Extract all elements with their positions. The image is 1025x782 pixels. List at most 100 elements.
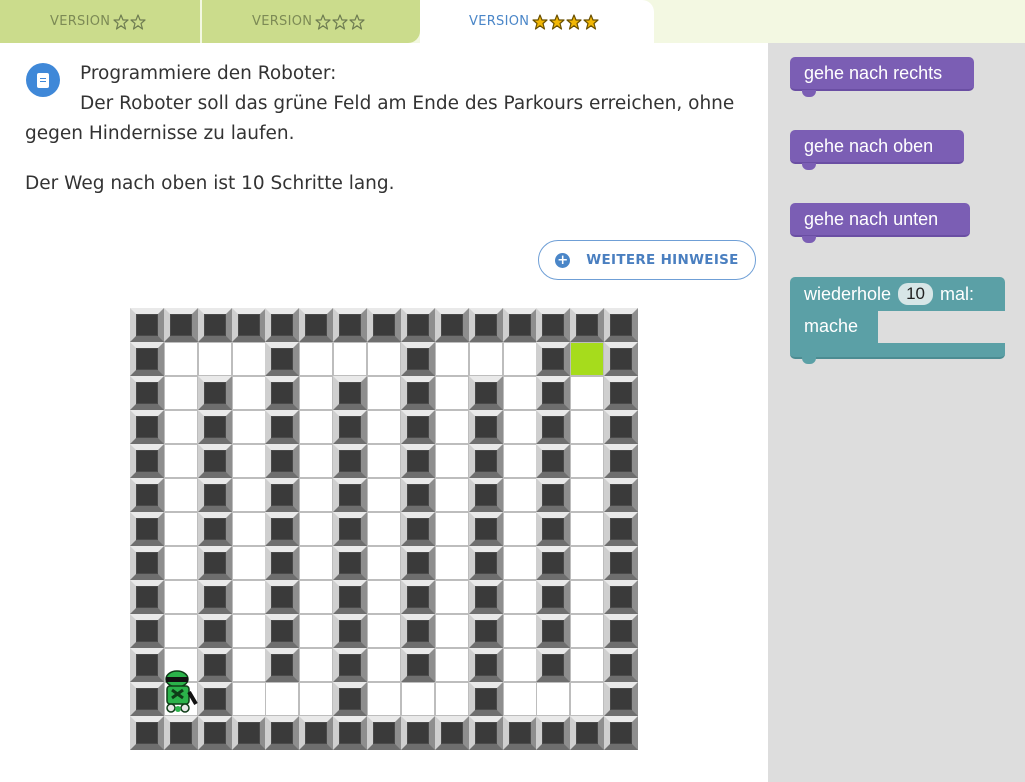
maze-wall [333,308,368,342]
maze-path [163,410,198,444]
maze-path [367,512,402,546]
tab-version-2-stars[interactable]: VERSION [0,0,200,43]
maze-wall [468,682,503,716]
maze-path [231,410,266,444]
block-repeat-loop[interactable]: wiederhole 10 mal: mache [790,277,1005,364]
more-hints-button[interactable]: + WEITERE HINWEISE [538,240,756,280]
instruction-heading: Programmiere den Roboter: [80,63,337,84]
maze-path [163,546,198,580]
maze-wall [468,444,503,478]
plus-circle-icon: + [555,252,571,268]
maze-wall [265,648,300,682]
maze-path [367,342,402,376]
maze-path [265,682,300,716]
maze-path [231,478,266,512]
star-outline-icon [113,13,129,30]
block-move-up[interactable]: gehe nach oben [790,130,964,170]
star-rating [315,13,365,30]
star-outline-icon [130,13,146,30]
block-move-right[interactable]: gehe nach rechts [790,57,974,97]
loop-times-label: mal: [939,283,974,304]
maze-wall [604,376,639,410]
maze-path [163,614,198,648]
maze-path [570,376,605,410]
maze-path [434,410,469,444]
maze-path [502,376,537,410]
maze-wall [367,716,402,750]
tab-label: VERSION [469,14,530,29]
maze-wall [536,512,571,546]
maze-path [299,682,334,716]
maze-path [570,410,605,444]
maze-path [367,614,402,648]
tab-version-4-stars[interactable]: VERSION [420,0,654,43]
maze-wall [536,410,571,444]
maze-path [502,410,537,444]
maze-path [299,580,334,614]
maze-wall [197,682,232,716]
maze-wall [333,410,368,444]
maze-path [231,376,266,410]
star-outline-icon [332,13,348,30]
maze-path [367,410,402,444]
maze-wall [333,546,368,580]
maze-path [502,580,537,614]
maze-path [197,342,232,376]
maze-wall [265,716,300,750]
maze-wall [197,478,232,512]
maze-wall [197,376,232,410]
maze-wall [400,716,435,750]
maze-wall [604,308,639,342]
loop-body-slot[interactable] [878,311,1005,343]
tab-version-3-stars[interactable]: VERSION [202,0,420,43]
loop-header: wiederhole 10 mal: [790,277,1005,311]
maze-wall [536,342,571,376]
star-filled-icon [566,13,582,30]
maze-path [502,682,537,716]
maze-wall [130,410,164,444]
maze-wall [333,682,368,716]
maze-wall [197,512,232,546]
tab-label: VERSION [50,14,111,29]
maze-wall [265,580,300,614]
star-rating [113,13,146,30]
maze-path [163,342,198,376]
maze-wall [400,614,435,648]
maze-path [163,580,198,614]
maze-wall [130,342,164,376]
maze-path [570,614,605,648]
maze-wall [130,512,164,546]
maze-path [163,512,198,546]
maze-wall [604,580,639,614]
maze-path [502,478,537,512]
maze-wall [536,648,571,682]
block-move-down[interactable]: gehe nach unten [790,203,970,243]
maze-path [231,546,266,580]
maze-wall [130,376,164,410]
maze-path [434,614,469,648]
maze-wall [604,682,639,716]
maze-wall [265,512,300,546]
maze-wall [536,716,571,750]
loop-count-input[interactable]: 10 [898,283,933,305]
maze-path [434,546,469,580]
maze-wall [333,478,368,512]
star-filled-icon [583,13,599,30]
maze-path [231,342,266,376]
maze-wall [265,478,300,512]
maze-wall [299,716,334,750]
maze-wall [604,478,639,512]
maze-wall [536,580,571,614]
maze-path [231,512,266,546]
maze-wall [400,478,435,512]
maze-wall [163,716,198,750]
maze-wall [604,648,639,682]
maze-wall [468,308,503,342]
maze-wall [536,478,571,512]
book-icon [26,63,60,97]
maze-path [163,376,198,410]
maze-wall [468,580,503,614]
maze-wall [468,376,503,410]
maze-path [299,376,334,410]
maze-path [299,614,334,648]
